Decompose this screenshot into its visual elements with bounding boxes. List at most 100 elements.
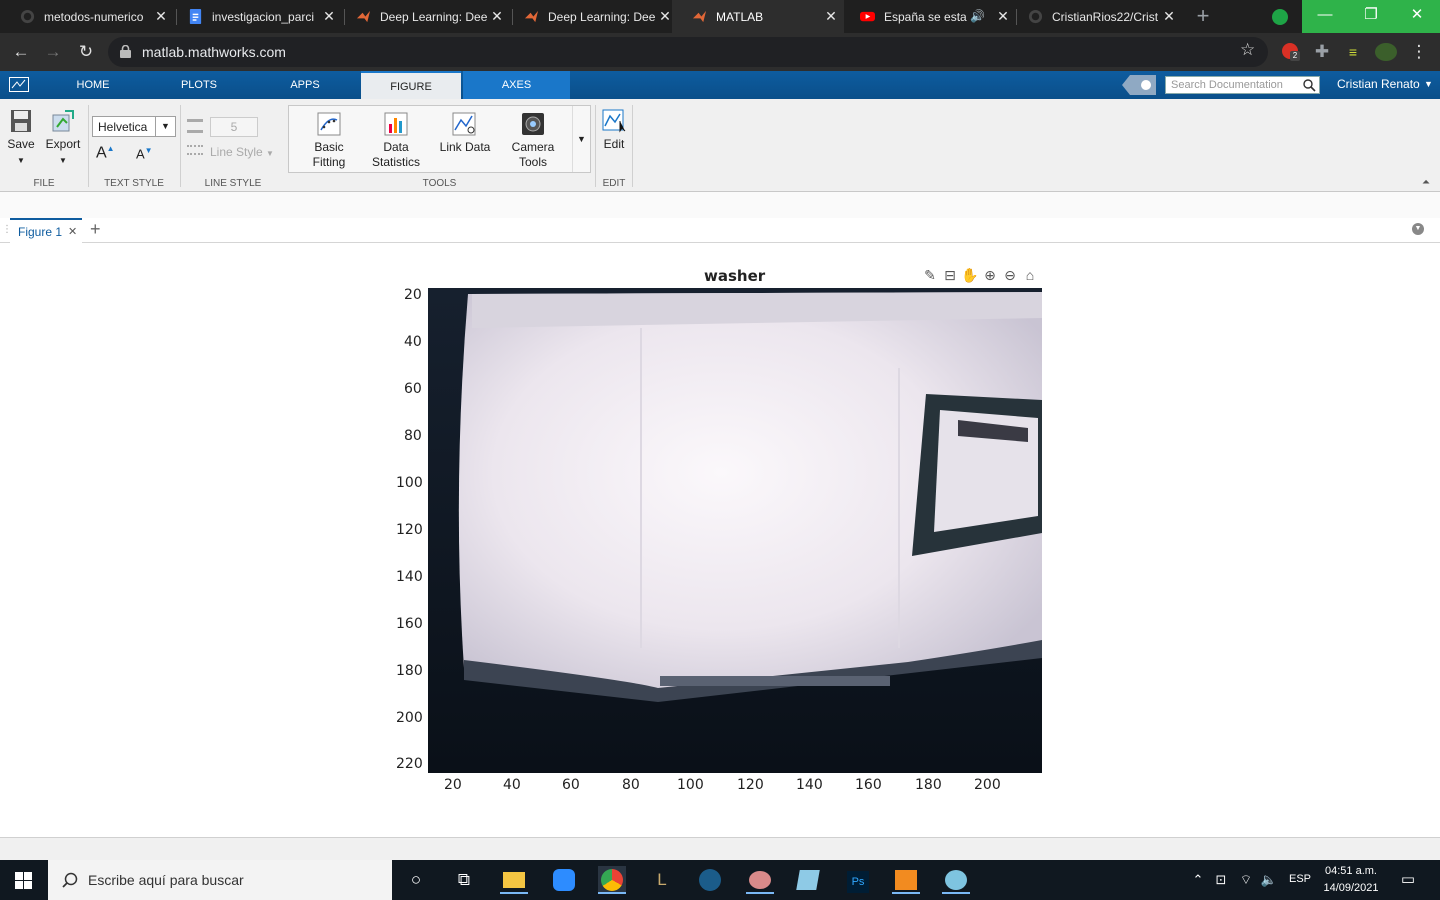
chevron-down-icon[interactable]: ▼ xyxy=(1424,79,1433,89)
chrome-icon[interactable] xyxy=(598,866,626,894)
data-statistics-button[interactable]: Data Statistics xyxy=(367,112,425,170)
google-docs-icon xyxy=(189,9,202,24)
basic-fitting-button[interactable]: Basic Fitting xyxy=(303,112,355,170)
figure-tab-label: Figure 1 xyxy=(18,225,63,239)
tab-figure-1[interactable]: Figure 1 ✕ xyxy=(10,218,82,243)
notes-app-icon[interactable] xyxy=(794,866,822,894)
close-icon[interactable]: ✕ xyxy=(822,7,840,25)
user-menu[interactable]: Cristian Renato xyxy=(1337,77,1420,91)
steam-icon[interactable] xyxy=(696,866,724,894)
playlist-icon[interactable]: ≡ xyxy=(1342,41,1364,63)
spacer xyxy=(0,192,1440,218)
paint-app-icon[interactable] xyxy=(942,866,970,894)
y-tick-label: 40 xyxy=(404,334,422,350)
profile-sync-icon[interactable] xyxy=(1272,9,1288,25)
line-style-dropdown[interactable]: Line Style ▼ xyxy=(210,145,274,159)
edit-plot-button[interactable]: Edit xyxy=(598,109,630,152)
data-tips-icon[interactable]: ⊟ xyxy=(940,267,960,284)
browser-tab-1[interactable]: metodos-numerico ✕ xyxy=(0,0,170,33)
tab-axes[interactable]: AXES xyxy=(463,71,570,99)
decrease-font-icon[interactable]: A▼ xyxy=(136,146,153,161)
game-app-icon[interactable] xyxy=(746,866,774,894)
back-icon[interactable]: ← xyxy=(10,41,32,63)
camera-tools-label-1: Camera xyxy=(511,140,555,154)
brush-icon[interactable]: ✎ xyxy=(920,267,940,284)
browser-tab-title: Deep Learning: Dee xyxy=(380,10,488,24)
close-icon[interactable]: ✕ xyxy=(1160,7,1178,25)
figure-options-icon[interactable]: ▼ xyxy=(1412,223,1424,235)
restore-icon[interactable]: ❐ xyxy=(1348,0,1394,33)
taskbar-clock[interactable]: 04:51 a.m. 14/09/2021 xyxy=(1316,863,1386,897)
pan-icon[interactable]: ✋ xyxy=(960,267,980,284)
zoom-out-icon[interactable]: ⊖ xyxy=(1000,267,1020,284)
file-explorer-icon[interactable] xyxy=(500,866,528,894)
x-tick-label: 100 xyxy=(677,777,704,793)
bookmark-star-icon[interactable]: ☆ xyxy=(1240,40,1255,60)
chevron-down-icon: ▼ xyxy=(17,156,25,165)
add-figure-button[interactable]: + xyxy=(90,219,101,240)
speaker-icon[interactable]: 🔊 xyxy=(970,9,985,23)
increase-font-icon[interactable]: A▲ xyxy=(96,144,115,162)
avatar[interactable] xyxy=(1375,43,1397,61)
forward-icon[interactable]: → xyxy=(42,41,64,63)
data-statistics-icon xyxy=(384,112,408,136)
reload-icon[interactable]: ↻ xyxy=(75,41,97,63)
camera-app-icon[interactable]: ⊡ xyxy=(1207,866,1235,894)
notifications-icon[interactable]: ▭ xyxy=(1394,866,1422,894)
puzzle-icon[interactable]: ✚ xyxy=(1311,41,1333,63)
cortana-icon[interactable]: ○ xyxy=(402,866,430,894)
extension-icon[interactable]: 2 xyxy=(1282,43,1300,61)
search-documentation-input[interactable]: Search Documentation xyxy=(1165,76,1320,94)
windows-taskbar: Escribe aquí para buscar ○ ⧉ L Ps ⌃ ⊡ ⌔ … xyxy=(0,860,1440,900)
league-of-legends-icon[interactable]: L xyxy=(648,866,676,894)
y-tick-label: 60 xyxy=(404,381,422,397)
tab-apps[interactable]: APPS xyxy=(260,71,350,99)
minimize-icon[interactable]: — xyxy=(1302,0,1348,33)
help-icon[interactable] xyxy=(1122,75,1156,95)
github-icon xyxy=(20,9,35,24)
figure-title: washer xyxy=(704,267,766,285)
camera-tools-button[interactable]: Camera Tools xyxy=(505,112,561,170)
matlab-icon xyxy=(692,10,707,23)
tools-group: Basic Fitting Data Statistics Link Data … xyxy=(288,105,591,173)
taskbar-search-input[interactable]: Escribe aquí para buscar xyxy=(48,860,392,900)
browser-tab-6[interactable]: España se esta 🔊 ✕ xyxy=(840,0,1012,33)
media-player-icon[interactable] xyxy=(892,866,920,894)
windows-start-icon[interactable] xyxy=(15,872,32,889)
y-tick-label: 20 xyxy=(404,287,422,303)
browser-tab-4[interactable]: Deep Learning: Dee ✕ xyxy=(504,0,674,33)
browser-tab-2[interactable]: investigacion_parci ✕ xyxy=(168,0,338,33)
matlab-window-icon[interactable] xyxy=(9,77,29,92)
zoom-app-icon[interactable] xyxy=(550,866,578,894)
font-select[interactable]: Helvetica ▼ xyxy=(92,116,176,137)
tab-figure[interactable]: FIGURE xyxy=(361,71,461,99)
save-button[interactable]: Save ▼ xyxy=(4,109,38,168)
line-width-spinner[interactable]: 5 xyxy=(210,117,258,137)
zoom-in-icon[interactable]: ⊕ xyxy=(980,267,1000,284)
close-window-icon[interactable]: ✕ xyxy=(1394,0,1440,33)
browser-tab-5-active[interactable]: MATLAB ✕ xyxy=(672,0,844,33)
home-icon[interactable]: ⌂ xyxy=(1020,267,1040,283)
close-icon[interactable]: ✕ xyxy=(68,225,77,238)
volume-icon[interactable]: 🔈 xyxy=(1255,866,1283,894)
menu-icon[interactable]: ⋮ xyxy=(1408,41,1430,63)
collapse-ribbon-icon[interactable]: ⏶ xyxy=(1422,177,1430,188)
divider xyxy=(632,105,633,187)
export-button[interactable]: Export ▼ xyxy=(42,109,84,168)
link-data-button[interactable]: Link Data xyxy=(435,112,495,155)
task-view-icon[interactable]: ⧉ xyxy=(450,866,478,894)
browser-tab-3[interactable]: Deep Learning: Dee ✕ xyxy=(336,0,506,33)
tab-plots[interactable]: PLOTS xyxy=(154,71,244,99)
photoshop-icon[interactable]: Ps xyxy=(844,866,872,894)
image-axes[interactable] xyxy=(428,288,1042,773)
tools-gallery-expand-button[interactable]: ▼ xyxy=(572,106,590,172)
language-indicator[interactable]: ESP xyxy=(1289,873,1311,885)
new-tab-button[interactable]: + xyxy=(1190,4,1216,30)
browser-tab-7[interactable]: CristianRios22/Crist ✕ xyxy=(1008,0,1178,33)
section-label-line-style: LINE STYLE xyxy=(204,178,262,189)
address-bar[interactable]: matlab.mathworks.com ☆ xyxy=(108,37,1268,67)
tab-home[interactable]: HOME xyxy=(48,71,138,99)
section-label-edit: EDIT xyxy=(602,178,626,189)
y-tick-label: 100 xyxy=(396,475,423,491)
browser-tab-title: metodos-numerico xyxy=(44,10,144,24)
